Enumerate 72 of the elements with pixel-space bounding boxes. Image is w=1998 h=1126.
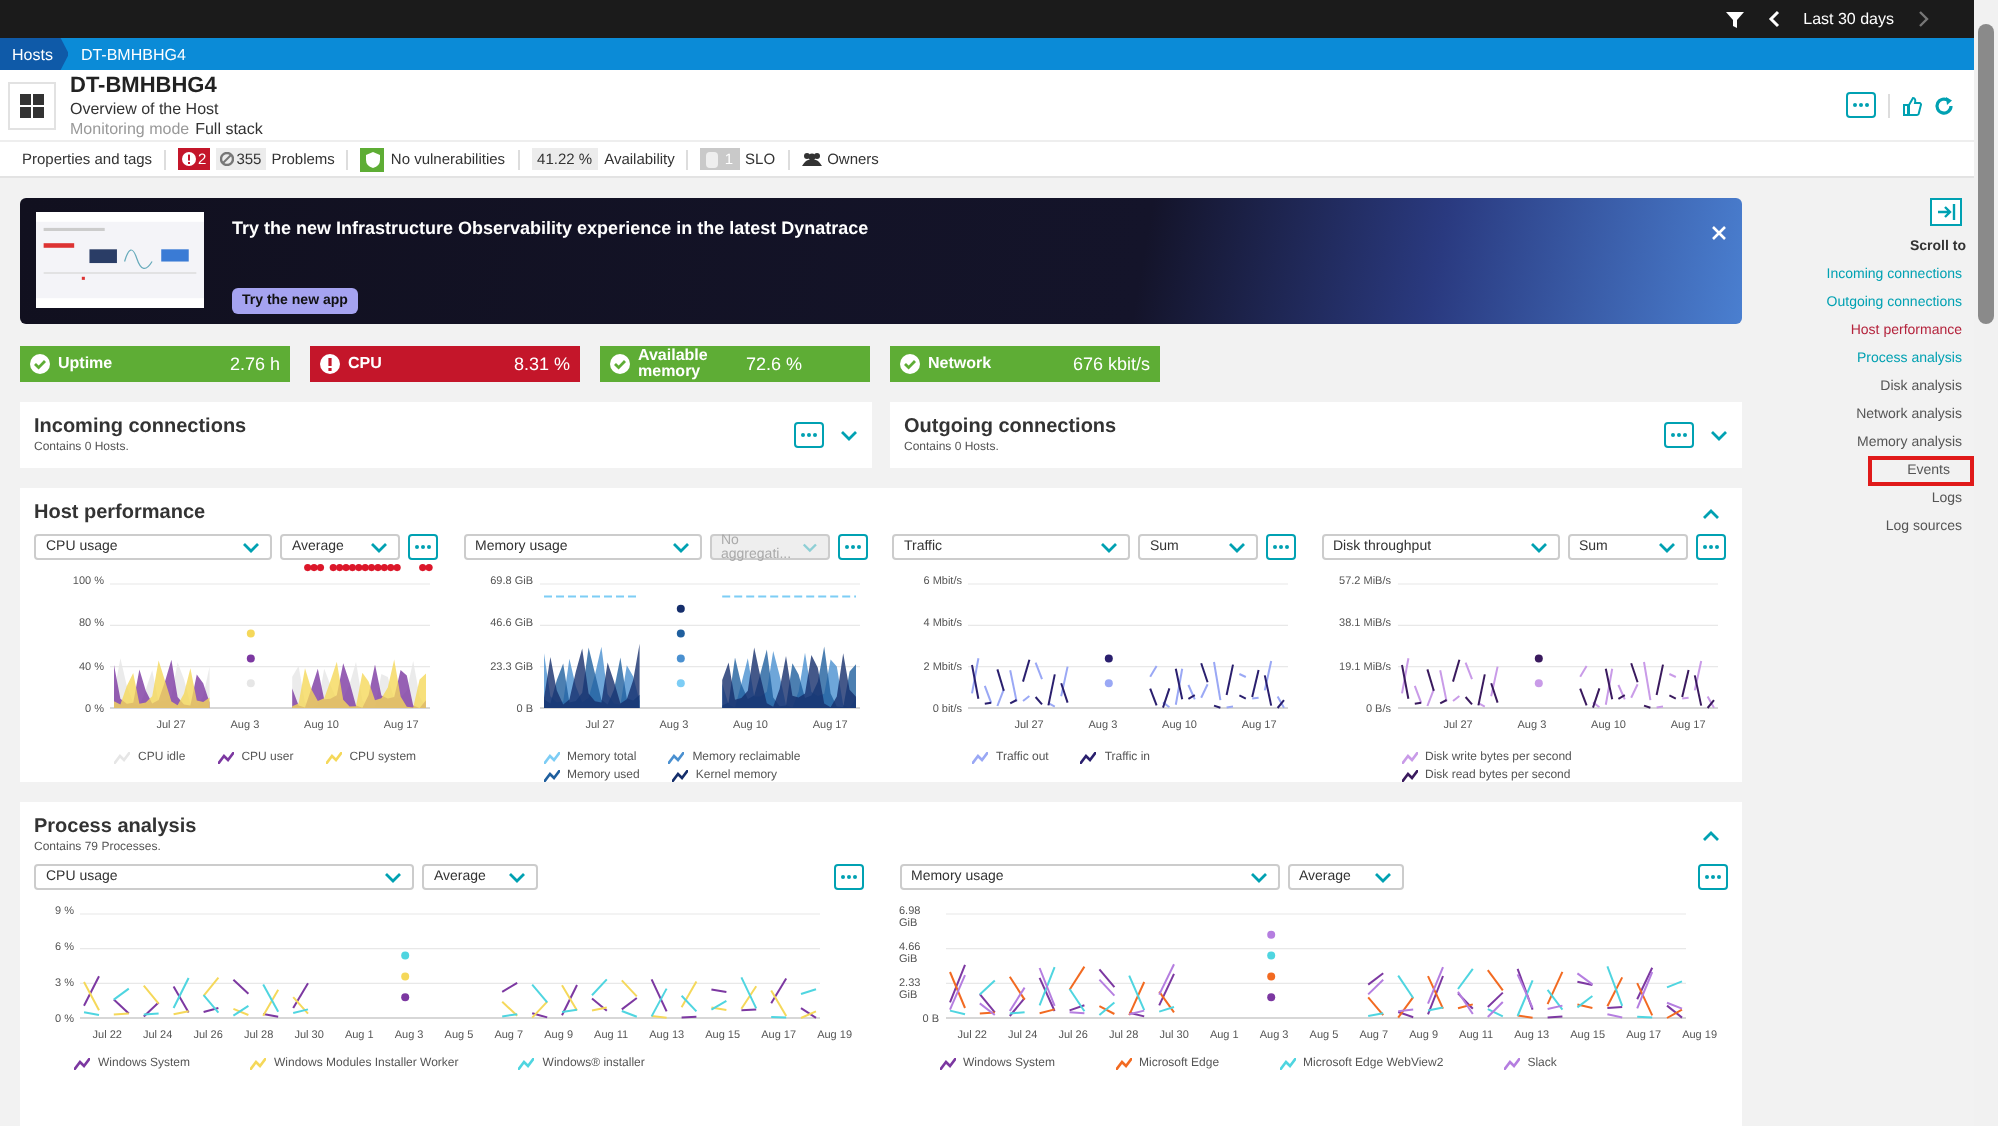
more-button[interactable]	[408, 534, 438, 560]
chevron-right-icon[interactable]	[1918, 10, 1930, 28]
tile-value: 8.31 %	[513, 354, 570, 374]
chevron-down-icon[interactable]	[1373, 871, 1391, 883]
shield-icon	[365, 151, 380, 167]
chevron-down-icon[interactable]	[671, 541, 689, 553]
tile-label: Available memory	[638, 348, 710, 380]
close-icon[interactable]	[1712, 226, 1726, 240]
chevron-down-icon[interactable]	[242, 541, 260, 553]
chevron-down-icon[interactable]	[1228, 541, 1246, 553]
tile-value: 2.76 h	[229, 354, 280, 374]
more-button[interactable]	[1695, 534, 1725, 560]
host-subtitle: Overview of the Host	[70, 99, 221, 117]
tile-label: Uptime	[58, 356, 115, 372]
chevron-down-icon[interactable]	[508, 871, 526, 883]
section-title: Outgoing connections	[904, 416, 1119, 438]
more-icon	[839, 874, 857, 880]
more-button[interactable]	[833, 864, 863, 890]
more-icon	[1701, 544, 1719, 550]
banner-title: Try the new Infrastructure Observability experience in the latest Dynatrace	[232, 218, 869, 238]
host-name: DT-BMHBHG4	[70, 73, 219, 97]
monitoring-mode-label: Monitoring mode	[70, 119, 190, 137]
breadcrumb-link[interactable]: Hosts	[0, 38, 69, 70]
chevron-down-icon[interactable]	[1249, 871, 1267, 883]
chevron-down-icon[interactable]	[1529, 541, 1547, 553]
tile-label: Network	[928, 356, 994, 372]
check-circle-icon	[610, 354, 630, 374]
more-icon	[1670, 432, 1688, 438]
status-tile[interactable]: CPU 8.31 %	[310, 346, 580, 382]
people-icon	[801, 152, 822, 166]
chevron-down-icon[interactable]	[370, 541, 388, 553]
more-button[interactable]	[1698, 864, 1728, 890]
breadcrumb-link[interactable]: DT-BMHBHG4	[68, 38, 198, 70]
thumbs-up-icon[interactable]	[1902, 95, 1922, 115]
windows-icon	[20, 93, 44, 117]
more-icon	[1704, 874, 1722, 880]
more-icon	[800, 432, 818, 438]
scrollbar-thumb[interactable]	[1978, 24, 1994, 324]
section-title: Host performance	[34, 502, 208, 524]
tile-value: 72.6 %	[746, 354, 803, 374]
check-circle-icon	[900, 354, 920, 374]
check-circle-icon	[30, 354, 50, 374]
collapse-icon[interactable]	[1702, 507, 1720, 519]
chevron-left-icon[interactable]	[1767, 10, 1780, 28]
section-title: Incoming connections	[34, 416, 249, 438]
more-button[interactable]	[837, 534, 867, 560]
more-icon	[1272, 544, 1290, 550]
alert-icon	[320, 354, 340, 374]
more-button[interactable]	[1664, 422, 1694, 448]
collapse-panel-button[interactable]	[1930, 198, 1962, 226]
more-button[interactable]	[1846, 92, 1876, 118]
more-icon	[414, 544, 432, 550]
tile-value: 676 kbit/s	[1072, 354, 1150, 374]
section-title: Process analysis	[34, 816, 199, 838]
more-button[interactable]	[1266, 534, 1296, 560]
alert-icon	[182, 152, 197, 166]
expand-icon[interactable]	[1710, 429, 1728, 441]
more-button[interactable]	[794, 422, 824, 448]
tile-label: CPU	[348, 356, 384, 372]
resolved-icon	[220, 152, 235, 166]
expand-icon[interactable]	[840, 429, 858, 441]
collapse-right-icon	[1937, 204, 1955, 220]
monitoring-mode-value: Full stack	[195, 119, 263, 137]
timeframe-label[interactable]: Last 30 days	[1803, 10, 1894, 28]
collapse-icon[interactable]	[1702, 829, 1720, 841]
chevron-down-icon[interactable]	[1100, 541, 1118, 553]
chevron-down-icon[interactable]	[1657, 541, 1675, 553]
filter-icon[interactable]	[1725, 11, 1744, 27]
more-icon	[1852, 102, 1870, 108]
more-icon	[843, 544, 861, 550]
refresh-icon[interactable]	[1934, 95, 1954, 115]
chevron-down-icon[interactable]	[384, 871, 402, 883]
